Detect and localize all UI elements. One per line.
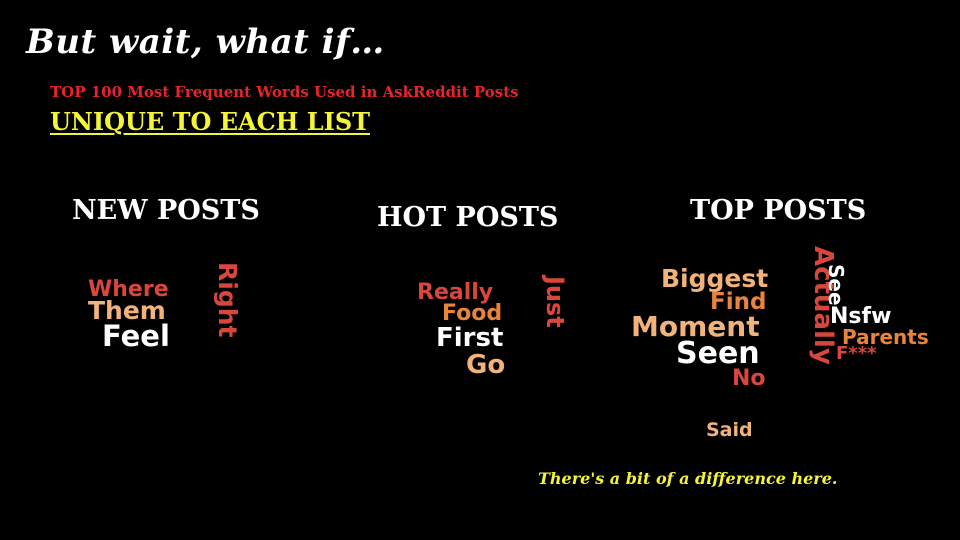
slide-subtitle: TOP 100 Most Frequent Words Used in AskR… [50, 83, 519, 101]
word-seen: Seen [676, 336, 760, 371]
top-posts-heading: TOP POSTS [690, 195, 867, 226]
word-right: Right [213, 262, 242, 338]
new-posts-heading: NEW POSTS [72, 195, 260, 226]
word-first: First [436, 323, 504, 353]
slide-title: But wait, what if… [26, 22, 385, 62]
hot-posts-heading: HOT POSTS [377, 202, 559, 233]
word-go: Go [466, 350, 506, 380]
word-feel: Feel [102, 319, 170, 353]
slide: But wait, what if… TOP 100 Most Frequent… [0, 0, 960, 540]
word-just: Just [541, 276, 569, 328]
word-see: See [824, 264, 848, 306]
word-f-stars: F*** [836, 343, 877, 364]
word-food: Food [442, 301, 503, 326]
word-said: Said [706, 419, 753, 441]
word-no: No [732, 366, 766, 391]
word-biggest: Biggest [661, 264, 769, 293]
unique-heading: UNIQUE TO EACH LIST [50, 107, 371, 136]
slide-caption: There's a bit of a difference here. [538, 469, 838, 488]
